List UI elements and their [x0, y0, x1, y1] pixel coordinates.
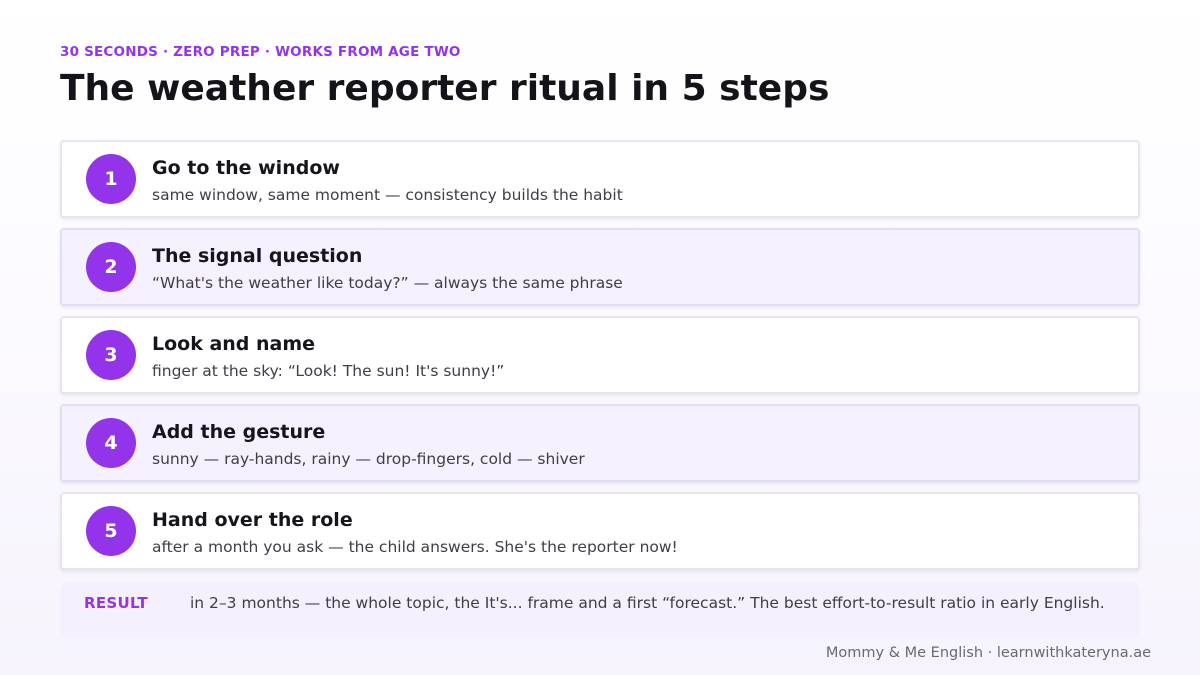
step-number-badge: 4 — [86, 418, 136, 468]
step-card: 3 Look and name finger at the sky: “Look… — [60, 316, 1140, 394]
result-box: RESULT in 2–3 months — the whole topic, … — [60, 582, 1140, 638]
result-label: RESULT — [84, 594, 148, 612]
footer-credit: Mommy & Me English · learnwithkateryna.a… — [825, 645, 1151, 661]
step-title: Look and name — [152, 333, 316, 355]
step-card: 4 Add the gesture sunny — ray-hands, rai… — [60, 404, 1140, 482]
step-card: 5 Hand over the role after a month you a… — [60, 492, 1140, 570]
step-card: 2 The signal question “What's the weathe… — [60, 228, 1140, 306]
step-number-badge: 1 — [86, 154, 136, 204]
step-number-badge: 3 — [86, 330, 136, 380]
step-title: Go to the window — [152, 157, 340, 179]
eyebrow-text: 30 SECONDS · ZERO PREP · WORKS FROM AGE … — [60, 44, 461, 60]
step-description: sunny — ray-hands, rainy — drop-fingers,… — [152, 450, 585, 468]
step-title: Hand over the role — [152, 509, 353, 531]
step-description: finger at the sky: “Look! The sun! It's … — [152, 362, 505, 380]
result-text: in 2–3 months — the whole topic, the It'… — [190, 594, 1105, 612]
step-card: 1 Go to the window same window, same mom… — [60, 140, 1140, 218]
step-number-badge: 5 — [86, 506, 136, 556]
step-description: same window, same moment — consistency b… — [152, 186, 623, 204]
step-title: The signal question — [152, 245, 363, 267]
step-number-badge: 2 — [86, 242, 136, 292]
slide: 30 SECONDS · ZERO PREP · WORKS FROM AGE … — [60, 0, 1140, 675]
step-title: Add the gesture — [152, 421, 326, 443]
page-title: The weather reporter ritual in 5 steps — [60, 68, 830, 109]
step-description: after a month you ask — the child answer… — [152, 538, 678, 556]
step-description: “What's the weather like today?” — alway… — [152, 274, 623, 292]
